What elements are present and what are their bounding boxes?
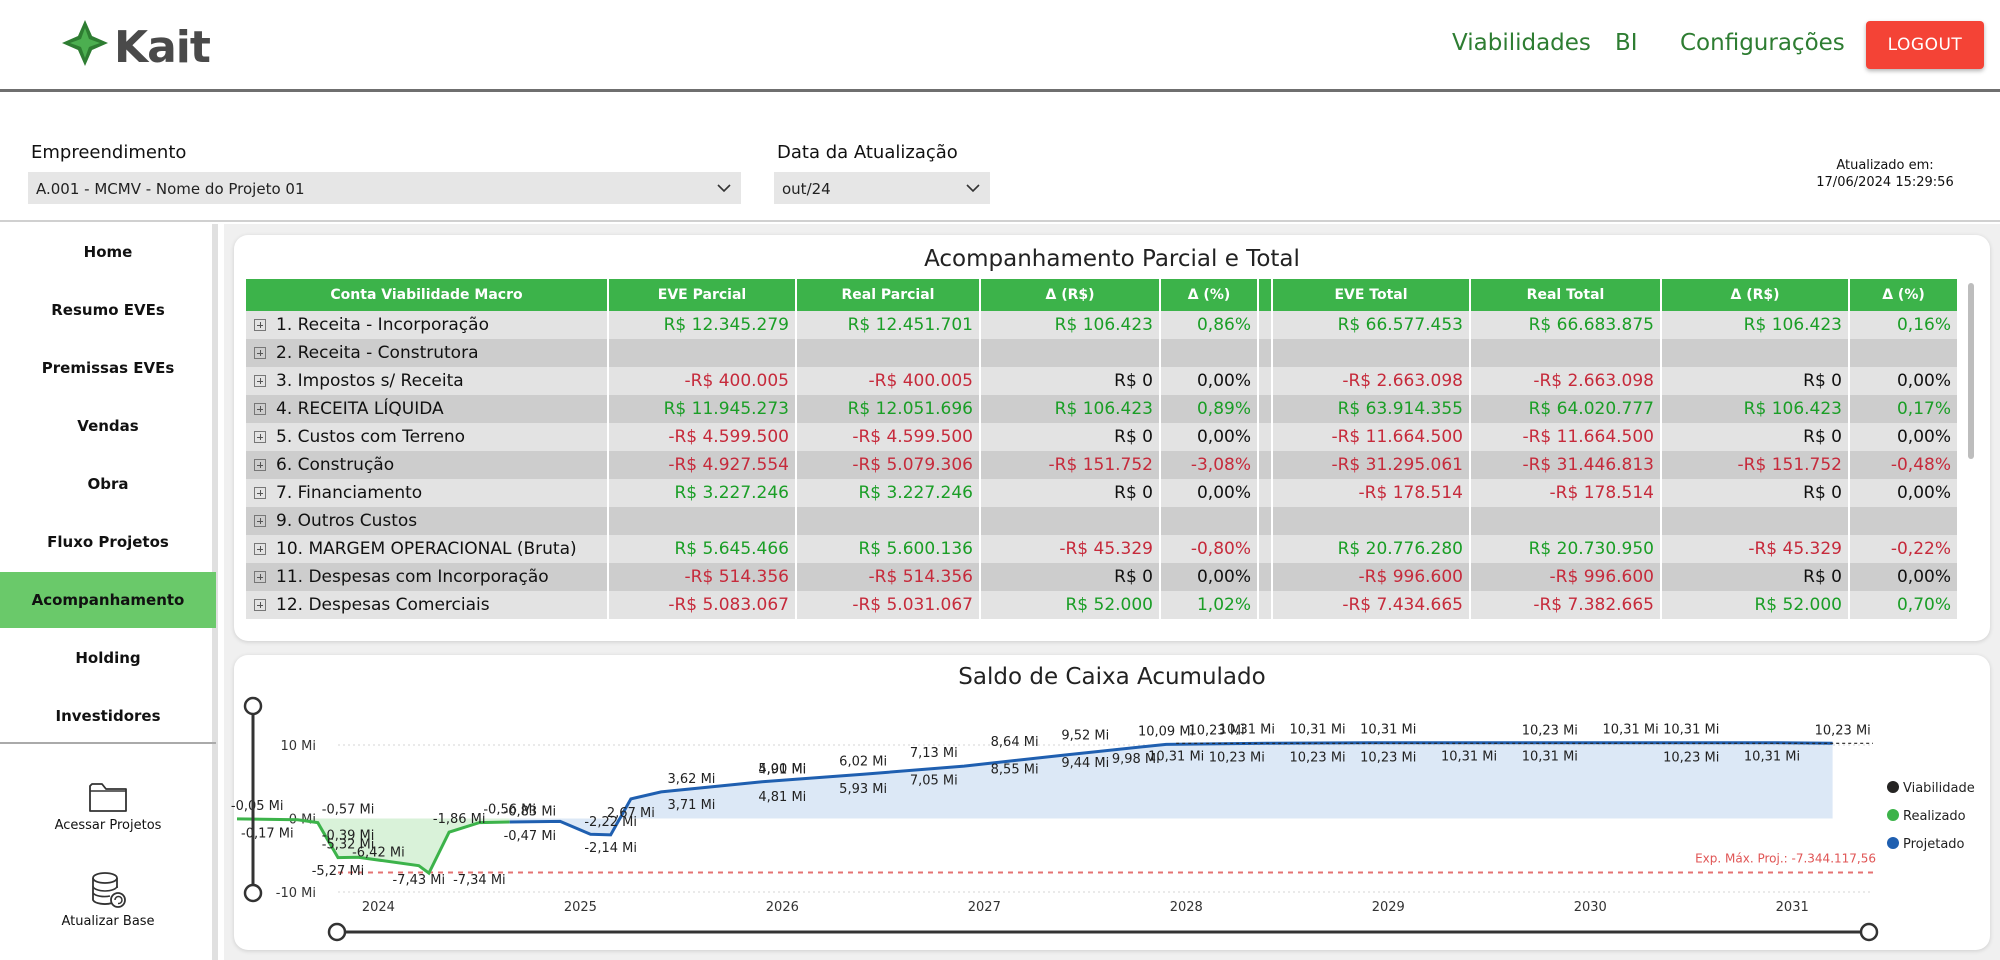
data-label: 8,64 Mi [991, 735, 1039, 750]
data-label: -6,42 Mi [352, 846, 405, 861]
data-label: 10,31 Mi [1522, 750, 1578, 765]
data-label: 10,31 Mi [1744, 750, 1800, 765]
data-label: 10,23 Mi [1815, 723, 1871, 738]
y-range-slider-handle-top[interactable] [243, 696, 263, 716]
data-label: 10,23 Mi [1522, 723, 1578, 738]
data-label: 4,81 Mi [758, 790, 806, 805]
data-label: 10,31 Mi [1603, 723, 1659, 738]
data-label: -0,17 Mi [241, 827, 294, 842]
y-tick-label: -10 Mi [276, 886, 316, 901]
data-label: 7,05 Mi [910, 774, 958, 789]
data-label: 10,31 Mi [1663, 723, 1719, 738]
data-label: 10,31 Mi [1219, 723, 1275, 738]
data-label: -0,47 Mi [504, 829, 557, 844]
data-label: -1,86 Mi [433, 812, 486, 827]
y-range-slider-handle-bottom[interactable] [243, 883, 263, 903]
legend-label: Realizado [1903, 809, 1966, 824]
data-label: 10,31 Mi [1441, 750, 1497, 765]
legend-marker [1887, 809, 1899, 821]
data-label: -0,05 Mi [231, 799, 284, 814]
x-tick-label: 2024 [362, 900, 395, 915]
data-label: -0,57 Mi [322, 803, 375, 818]
data-label: 5,00 Mi [758, 762, 806, 777]
saldo-caixa-chart: 10 Mi0 Mi-10 MiExp. Máx. Proj.: -7.344.1… [231, 696, 1975, 942]
data-label: 10,23 Mi [1360, 750, 1416, 765]
x-tick-label: 2030 [1574, 900, 1607, 915]
data-label: -2,14 Mi [584, 841, 637, 856]
data-label: -5,27 Mi [312, 864, 365, 879]
data-label: 10,09 Mi [1138, 724, 1194, 739]
data-label: 8,55 Mi [991, 763, 1039, 778]
legend-marker [1887, 837, 1899, 849]
data-label: 3,71 Mi [668, 798, 716, 813]
data-label: 10,23 Mi [1289, 750, 1345, 765]
y-tick-label: 10 Mi [280, 739, 316, 754]
legend-label: Projetado [1903, 837, 1965, 852]
data-label: 10,31 Mi [1289, 723, 1345, 738]
data-label: 9,44 Mi [1061, 756, 1109, 771]
data-label: -0,83 Mi [504, 805, 557, 820]
x-tick-label: 2031 [1776, 900, 1809, 915]
data-label: 10,31 Mi [1148, 750, 1204, 765]
data-label: 10,31 Mi [1360, 723, 1416, 738]
legend-label: Viabilidade [1903, 781, 1975, 796]
data-label: 3,62 Mi [668, 772, 716, 787]
exposure-label: Exp. Máx. Proj.: -7.344.117,56 [1695, 851, 1876, 865]
data-label: 5,93 Mi [839, 782, 887, 797]
x-tick-label: 2027 [968, 900, 1001, 915]
x-tick-label: 2026 [766, 900, 799, 915]
x-tick-label: 2025 [564, 900, 597, 915]
data-label: 7,13 Mi [910, 746, 958, 761]
data-label: 2,67 Mi [607, 806, 655, 821]
data-label: 6,02 Mi [839, 754, 887, 769]
data-label: 9,52 Mi [1061, 729, 1109, 744]
data-label: 10,23 Mi [1663, 750, 1719, 765]
legend-marker [1887, 781, 1899, 793]
data-label: -7,34 Mi [453, 873, 506, 888]
x-range-slider-handle-right[interactable] [1859, 922, 1879, 942]
x-tick-label: 2028 [1170, 900, 1203, 915]
x-range-slider-handle-left[interactable] [327, 922, 347, 942]
data-label: -7,43 Mi [392, 873, 445, 888]
data-label: 10,23 Mi [1209, 750, 1265, 765]
x-tick-label: 2029 [1372, 900, 1405, 915]
